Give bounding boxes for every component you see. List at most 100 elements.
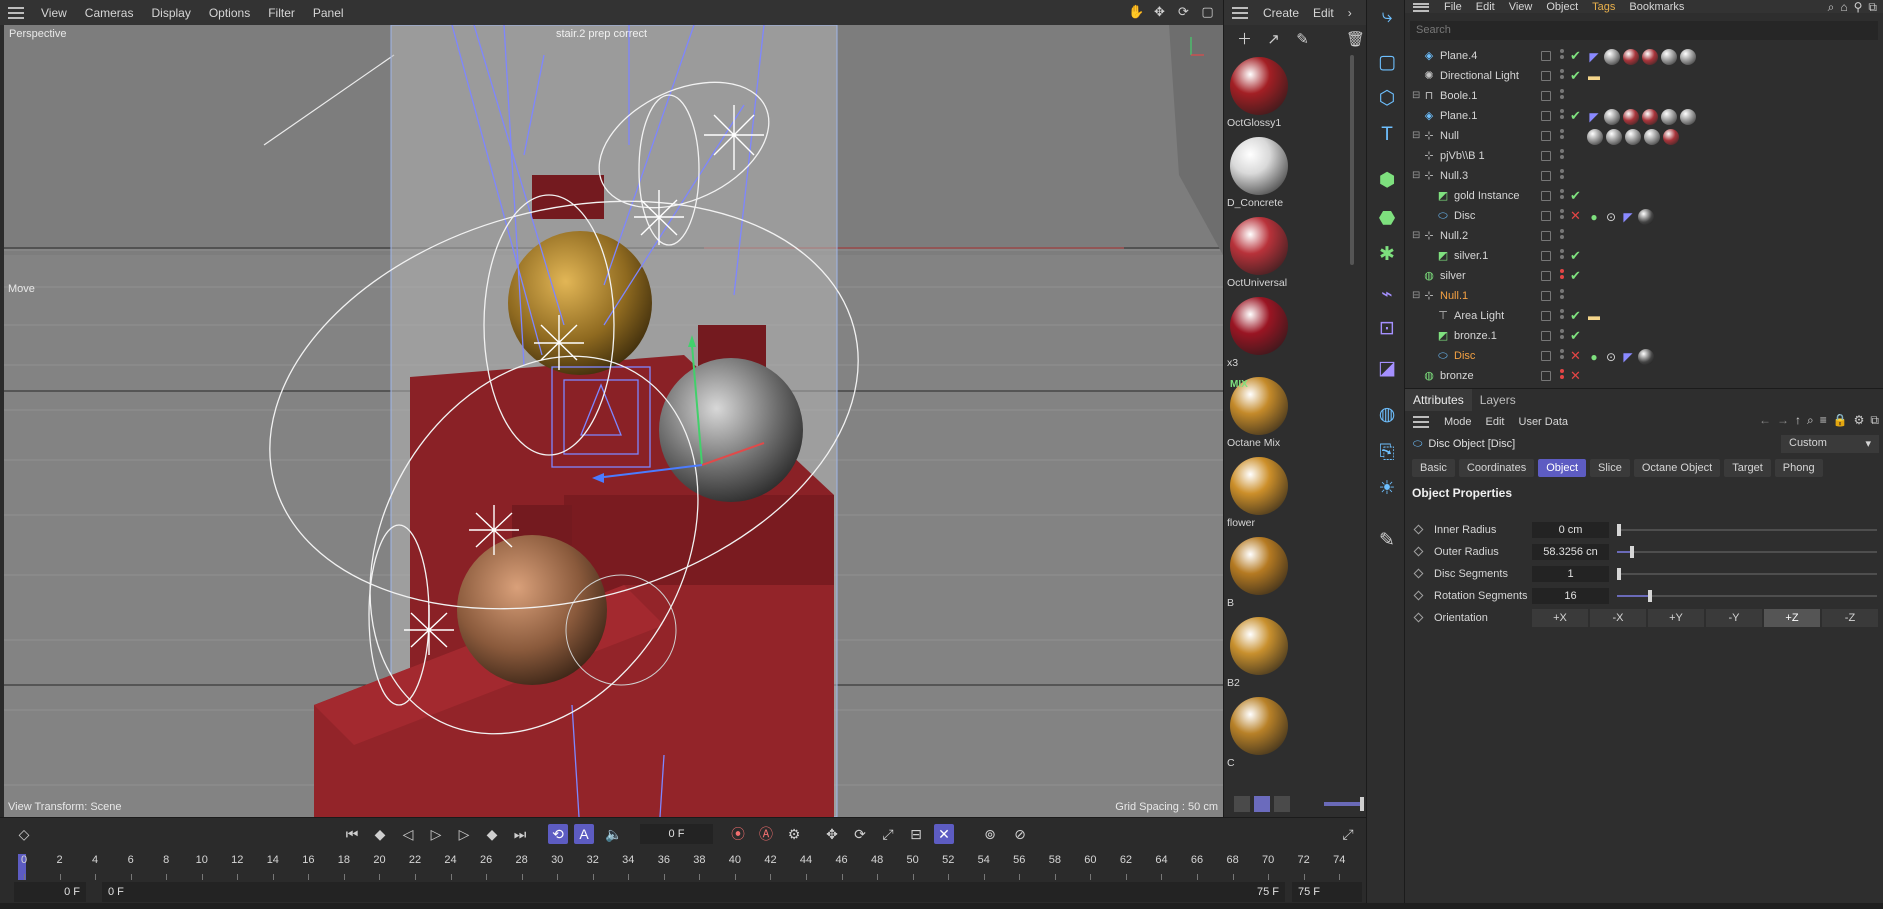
key-parameter-icon[interactable]: ⊟	[906, 824, 926, 844]
material-item[interactable]: x3	[1227, 297, 1289, 377]
enabled-check-icon[interactable]: ✔	[1570, 69, 1581, 83]
octane-tag-icon[interactable]: ◤	[1621, 210, 1635, 224]
search-icon[interactable]: ⌕	[1828, 0, 1835, 15]
expand-icon[interactable]: ⊟	[1412, 131, 1422, 141]
object-name[interactable]: gold Instance	[1454, 190, 1519, 202]
material-tag[interactable]	[1625, 129, 1641, 145]
layer-checkbox[interactable]	[1541, 231, 1551, 241]
property-slider[interactable]	[1617, 524, 1877, 536]
deformer-icon[interactable]: ✱	[1374, 242, 1400, 268]
material-item[interactable]: flower	[1227, 457, 1289, 537]
object-row[interactable]: ◩ bronze.1 ✔	[1405, 327, 1883, 347]
next-key-icon[interactable]: ◆	[482, 824, 502, 844]
key-scale-icon[interactable]: ⤢	[878, 824, 898, 844]
timeline-ruler[interactable]: 0 2 4 6 8 10 12 14 16 18 20 22 24 26 28 30 32 34 36 38 40 42 4…	[14, 854, 1359, 880]
animate-diamond-icon[interactable]	[1413, 524, 1424, 535]
timeline-speed-icon[interactable]: ⊘	[1010, 824, 1030, 844]
material-tag[interactable]	[1663, 129, 1679, 145]
layer-checkbox[interactable]	[1541, 171, 1551, 181]
layer-checkbox[interactable]	[1541, 311, 1551, 321]
visibility-dots[interactable]	[1560, 69, 1565, 83]
material-menu-create[interactable]: Create	[1256, 6, 1306, 20]
motion-system-icon[interactable]: ⊚	[980, 824, 1000, 844]
property-value-field[interactable]: 0 cm	[1532, 522, 1609, 538]
viewport-menu-view[interactable]: View	[32, 6, 76, 20]
auto-key-record-icon[interactable]: Ⓐ	[756, 824, 776, 844]
attribute-menu-icon[interactable]	[1413, 416, 1429, 428]
material-tag[interactable]	[1604, 109, 1620, 125]
material-item[interactable]: MIX Octane Mix	[1227, 377, 1289, 457]
sound-icon[interactable]: 🔈	[604, 824, 624, 844]
apply-material-icon[interactable]: ↗	[1263, 29, 1284, 51]
octane-tag-icon[interactable]: ◤	[1621, 350, 1635, 364]
visibility-dots[interactable]	[1560, 169, 1565, 183]
next-frame-icon[interactable]: ▷	[454, 824, 474, 844]
display-tag-icon[interactable]: ●	[1587, 210, 1601, 224]
key-pla-icon[interactable]: ✕	[934, 824, 954, 844]
maximize-view-icon[interactable]: ▢	[1200, 4, 1215, 19]
material-menu-more-icon[interactable]: ›	[1341, 6, 1359, 20]
object-name[interactable]: Disc	[1454, 350, 1475, 362]
material-tag[interactable]	[1642, 49, 1658, 65]
environment-icon[interactable]: ◍	[1374, 402, 1400, 428]
object-row[interactable]: ⊟ ⊹ Null.2	[1405, 227, 1883, 247]
grid-view-icon[interactable]	[1254, 796, 1270, 812]
home-icon[interactable]: ⌂	[1840, 0, 1847, 15]
viewport-menu-cameras[interactable]: Cameras	[76, 6, 143, 20]
rotate-view-icon[interactable]: ⟳	[1176, 4, 1191, 19]
object-row[interactable]: ⊹ pjVb\\B 1	[1405, 147, 1883, 167]
attr-menu-user-data[interactable]: User Data	[1512, 416, 1576, 428]
disabled-cross-icon[interactable]: ✕	[1570, 349, 1581, 363]
object-name[interactable]: bronze.1	[1454, 330, 1497, 342]
key-rotation-icon[interactable]: ⟳	[850, 824, 870, 844]
subtab-basic[interactable]: Basic	[1412, 459, 1455, 477]
display-tag-icon[interactable]: ●	[1587, 350, 1601, 364]
layer-checkbox[interactable]	[1541, 251, 1551, 261]
viewport-menu-filter[interactable]: Filter	[259, 6, 304, 20]
tab-attributes[interactable]: Attributes	[1405, 389, 1472, 411]
visibility-dots[interactable]	[1560, 249, 1565, 263]
layer-checkbox[interactable]	[1541, 71, 1551, 81]
property-value-field[interactable]: 58.3256 cn	[1532, 544, 1609, 560]
previous-frame-icon[interactable]: ◁	[398, 824, 418, 844]
orientation-option[interactable]: +Y	[1648, 609, 1704, 627]
mode-dropdown[interactable]: Custom ▾	[1781, 435, 1879, 453]
target-tag-icon[interactable]: ⊙	[1604, 210, 1618, 224]
key-settings-icon[interactable]: ⚙	[784, 824, 804, 844]
object-row[interactable]: ◈ Plane.4 ✔ ◤	[1405, 47, 1883, 67]
disabled-cross-icon[interactable]: ✕	[1570, 209, 1581, 223]
start-frame-field[interactable]: 0 F	[14, 882, 86, 902]
animate-diamond-icon[interactable]	[1413, 612, 1424, 623]
new-window-icon[interactable]: ⧉	[1868, 0, 1877, 15]
object-name[interactable]: silver.1	[1454, 250, 1488, 262]
subtab-octane-object[interactable]: Octane Object	[1633, 459, 1721, 477]
object-name[interactable]: Area Light	[1454, 310, 1504, 322]
om-menu-view[interactable]: View	[1502, 1, 1540, 13]
property-slider[interactable]	[1617, 568, 1877, 580]
material-tag[interactable]	[1661, 49, 1677, 65]
object-row[interactable]: ◍ bronze ✕	[1405, 367, 1883, 387]
disabled-cross-icon[interactable]: ✕	[1570, 369, 1581, 383]
key-position-icon[interactable]: ✥	[822, 824, 842, 844]
subtab-target[interactable]: Target	[1724, 459, 1771, 477]
layer-checkbox[interactable]	[1541, 271, 1551, 281]
material-tag[interactable]	[1642, 109, 1658, 125]
om-menu-file[interactable]: File	[1437, 1, 1469, 13]
object-name[interactable]: Null.3	[1440, 170, 1468, 182]
layer-checkbox[interactable]	[1541, 91, 1551, 101]
subtab-phong[interactable]: Phong	[1774, 459, 1823, 477]
effector-icon[interactable]: ◪	[1374, 356, 1400, 382]
expand-icon[interactable]: ⊟	[1412, 291, 1422, 301]
object-row[interactable]: ✺ Directional Light ✔ ▬	[1405, 67, 1883, 87]
object-search-input[interactable]: Search	[1410, 21, 1878, 40]
auto-keying-icon[interactable]: A	[574, 824, 594, 844]
light-icon[interactable]: ☀	[1374, 476, 1400, 502]
viewport-menu-panel[interactable]: Panel	[304, 6, 353, 20]
visibility-dots[interactable]	[1560, 129, 1565, 143]
visibility-dots[interactable]	[1560, 149, 1565, 163]
material-tag[interactable]	[1623, 109, 1639, 125]
layer-checkbox[interactable]	[1541, 351, 1551, 361]
property-slider[interactable]	[1617, 546, 1877, 558]
forward-arrow-icon[interactable]: →	[1777, 413, 1789, 428]
om-menu-bookmarks[interactable]: Bookmarks	[1622, 1, 1691, 13]
